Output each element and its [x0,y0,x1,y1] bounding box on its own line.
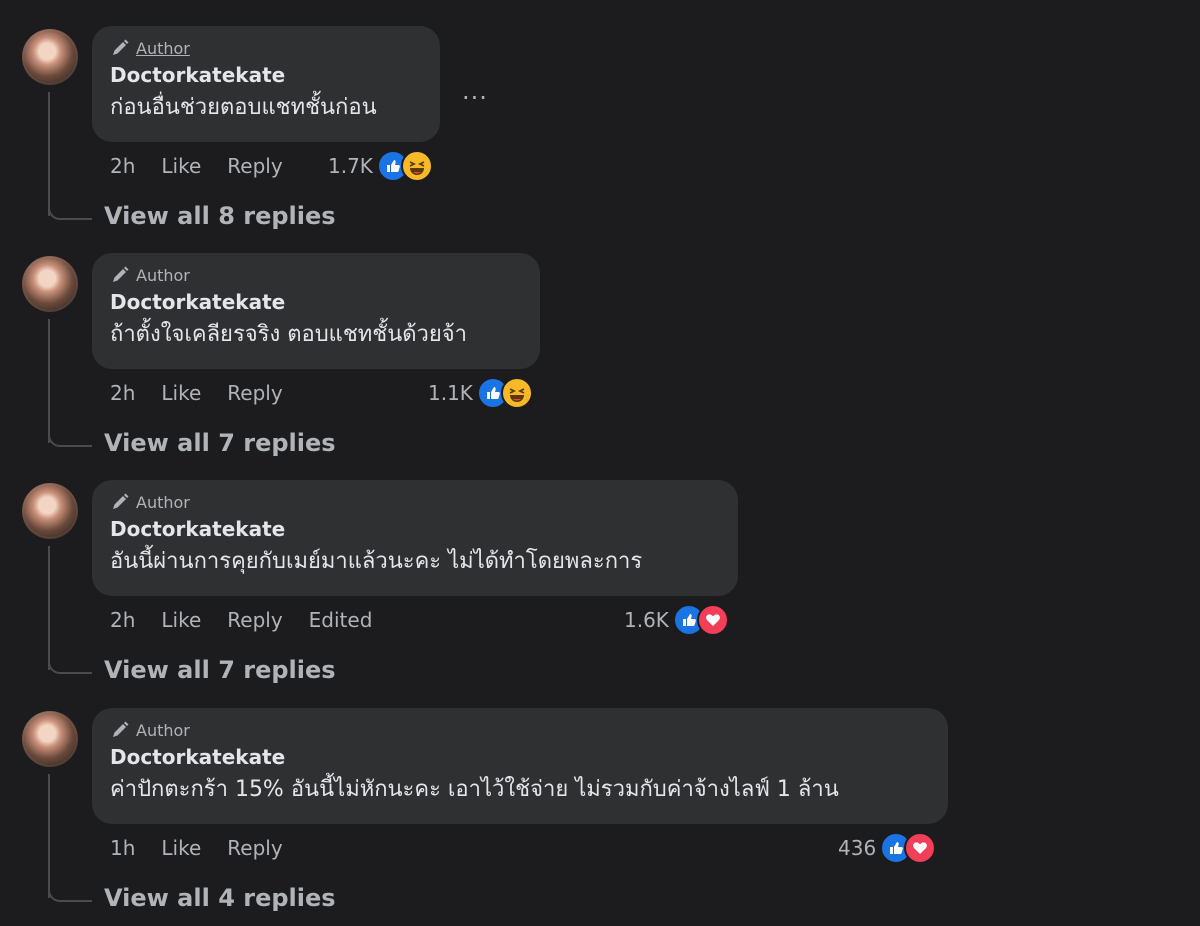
avatar[interactable] [22,256,78,312]
thread-connector [48,652,92,674]
author-badge[interactable]: Author [136,266,190,285]
commenter-name[interactable]: Doctorkatekate [110,745,928,769]
reaction-count: 1.6K [624,608,669,632]
commenter-name[interactable]: Doctorkatekate [110,290,520,314]
reaction-summary[interactable]: 436 [838,832,937,864]
love-icon [904,832,937,864]
reply-button[interactable]: Reply [227,836,282,860]
reaction-summary[interactable]: 1.1K [428,377,533,409]
comment-actions: 2h Like Reply Edited [110,608,398,632]
haha-icon [400,150,433,182]
love-icon [696,604,729,636]
reaction-summary[interactable]: 1.6K [624,604,729,636]
comment-bubble: Author Doctorkatekate ก่อนอื่นช่วยตอบแชท… [92,26,440,142]
comment-text: ก่อนอื่นช่วยตอบแชทชั้นก่อน [110,95,377,120]
reply-button[interactable]: Reply [227,154,282,178]
comment-actions: 2h Like Reply [110,154,309,178]
thread-connector [48,425,92,447]
thread-connector [48,198,92,220]
comment-text: ถ้าตั้งใจเคลียรจริง ตอบแชทชั้นด้วยจ้า [110,322,468,347]
haha-icon [500,377,533,409]
comment-bubble: Author Doctorkatekate ค่าปักตะกร้า 15% อ… [92,708,948,824]
pen-icon [113,266,129,282]
reaction-count: 1.1K [428,381,473,405]
pen-icon [113,39,129,55]
comment-bubble: Author Doctorkatekate อันนี้ผ่านการคุยกั… [92,480,738,596]
author-badge[interactable]: Author [136,721,190,740]
reaction-summary[interactable]: 1.7K [328,150,433,182]
timestamp[interactable]: 2h [110,381,135,405]
avatar[interactable] [22,711,78,767]
timestamp[interactable]: 1h [110,836,135,860]
comment-actions: 2h Like Reply [110,381,309,405]
timestamp[interactable]: 2h [110,154,135,178]
like-button[interactable]: Like [161,381,201,405]
thread-connector [48,880,92,902]
view-replies-link[interactable]: View all 4 replies [104,884,336,912]
author-badge[interactable]: Author [136,493,190,512]
author-badge[interactable]: Author [136,39,190,58]
timestamp[interactable]: 2h [110,608,135,632]
view-replies-link[interactable]: View all 7 replies [104,656,336,684]
reaction-count: 1.7K [328,154,373,178]
commenter-name[interactable]: Doctorkatekate [110,517,718,541]
comment-actions: 1h Like Reply [110,836,309,860]
avatar[interactable] [22,483,78,539]
comment-text: ค่าปักตะกร้า 15% อันนี้ไม่หักนะคะ เอาไว้… [110,777,839,802]
avatar[interactable] [22,29,78,85]
edited-label[interactable]: Edited [309,608,373,632]
pen-icon [113,721,129,737]
pen-icon [113,493,129,509]
reaction-count: 436 [838,836,877,860]
like-button[interactable]: Like [161,836,201,860]
view-replies-link[interactable]: View all 8 replies [104,202,336,230]
comment-text: อันนี้ผ่านการคุยกับเมย์มาแล้วนะคะ ไม่ได้… [110,549,643,574]
view-replies-link[interactable]: View all 7 replies [104,429,336,457]
like-button[interactable]: Like [161,154,201,178]
like-button[interactable]: Like [161,608,201,632]
commenter-name[interactable]: Doctorkatekate [110,63,420,87]
comment-bubble: Author Doctorkatekate ถ้าตั้งใจเคลียรจริ… [92,253,540,369]
more-options-icon[interactable]: ··· [462,84,488,112]
reply-button[interactable]: Reply [227,608,282,632]
reply-button[interactable]: Reply [227,381,282,405]
